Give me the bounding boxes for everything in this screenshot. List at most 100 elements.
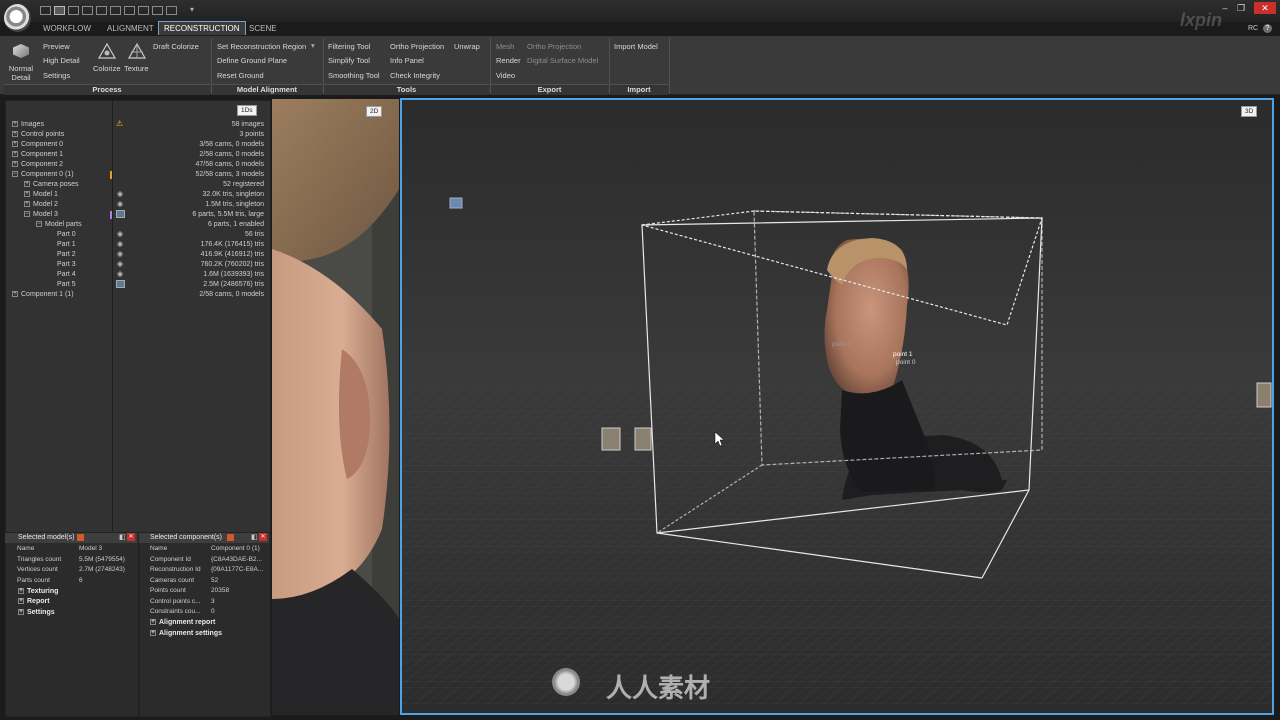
collapse-icon[interactable]: − — [12, 171, 18, 178]
expand-icon[interactable]: + — [18, 609, 24, 616]
simplify-tool-button[interactable]: Simplify Tool — [328, 56, 370, 65]
ortho-projection-tool-button[interactable]: Ortho Projection — [390, 42, 444, 51]
visibility-eye-icon[interactable]: ◉ — [117, 240, 123, 248]
tree-row-part-0[interactable]: Part 0 — [57, 231, 76, 238]
tree-row-part-2[interactable]: Part 2 — [57, 251, 76, 258]
camera-icon[interactable] — [449, 197, 463, 209]
pin-icon[interactable]: ◧ — [251, 533, 258, 541]
visibility-eye-icon[interactable]: ◉ — [117, 260, 123, 268]
visibility-eye-icon[interactable]: ◉ — [117, 230, 123, 238]
tree-row-component-2[interactable]: + Component 2 — [12, 161, 63, 168]
tree-row-images[interactable]: + Images — [12, 121, 44, 128]
expand-icon[interactable]: + — [12, 141, 18, 148]
tree-row-part-1[interactable]: Part 1 — [57, 241, 76, 248]
tree-row-component-1[interactable]: + Component 1 — [12, 151, 63, 158]
tab-alignment[interactable]: ALIGNMENT — [102, 22, 159, 35]
expand-icon[interactable]: + — [18, 598, 24, 605]
export-mesh-button[interactable]: Mesh — [496, 42, 514, 51]
visibility-eye-icon[interactable]: ◉ — [117, 270, 123, 278]
filter-icon[interactable] — [77, 534, 84, 541]
view-2d-badge[interactable]: 2D — [366, 106, 383, 117]
expand-icon[interactable]: + — [12, 121, 18, 128]
layout-7-icon[interactable] — [138, 6, 149, 15]
export-ortho-projection-button[interactable]: Ortho Projection — [527, 42, 581, 51]
visibility-eye-icon[interactable]: ◉ — [117, 190, 123, 198]
define-ground-plane-button[interactable]: Define Ground Plane — [217, 56, 287, 65]
section-texturing[interactable]: + Texturing — [18, 588, 58, 595]
normal-detail-button[interactable]: Normal Detail — [6, 64, 36, 82]
tree-layout-badge[interactable]: 1Ds — [237, 105, 257, 116]
selected-eye-icon[interactable] — [116, 280, 125, 288]
tree-row-control-points[interactable]: + Control points — [12, 131, 64, 138]
tree-row-component-0-1[interactable]: − Component 0 (1) — [12, 171, 74, 178]
tree-row-model-parts[interactable]: − Model parts — [36, 221, 82, 228]
layout-6-icon[interactable] — [124, 6, 135, 15]
tree-row-model-1[interactable]: + Model 1 — [24, 191, 58, 198]
help-icon[interactable]: ? — [1263, 24, 1272, 33]
layout-5-icon[interactable] — [110, 6, 121, 15]
draft-colorize-button[interactable]: Draft Colorize — [153, 42, 199, 51]
texture-button[interactable]: Texture — [124, 64, 149, 73]
close-panel-icon[interactable]: ✕ — [127, 533, 135, 541]
section-alignment-settings[interactable]: + Alignment settings — [150, 630, 222, 637]
tree-row-component-1-1[interactable]: + Component 1 (1) — [12, 291, 74, 298]
selected-eye-icon[interactable] — [116, 210, 125, 218]
pin-icon[interactable]: ◧ — [119, 533, 126, 541]
high-detail-button[interactable]: High Detail — [43, 56, 80, 65]
texture-icon[interactable] — [127, 42, 147, 60]
visibility-eye-icon[interactable]: ◉ — [117, 200, 123, 208]
tree-row-part-5[interactable]: Part 5 — [57, 281, 76, 288]
colorize-button[interactable]: Colorize — [93, 64, 121, 73]
expand-icon[interactable]: + — [18, 588, 24, 595]
filter-icon[interactable] — [227, 534, 234, 541]
view-3d-badge[interactable]: 3D — [1241, 106, 1258, 117]
collapse-icon[interactable]: − — [36, 221, 42, 228]
expand-icon[interactable]: + — [150, 630, 156, 637]
camera-icon[interactable] — [634, 427, 652, 451]
tree-row-model-2[interactable]: + Model 2 — [24, 201, 58, 208]
minimize-icon[interactable]: – — [1218, 2, 1232, 14]
close-panel-icon[interactable]: ✕ — [259, 533, 267, 541]
layout-2-icon[interactable] — [68, 6, 79, 15]
camera-icon[interactable] — [1256, 382, 1272, 408]
control-point-label[interactable]: point 1 — [893, 351, 913, 358]
expand-icon[interactable]: + — [12, 291, 18, 298]
layout-4-icon[interactable] — [96, 6, 107, 15]
app-logo-icon[interactable] — [4, 4, 31, 32]
control-point-label[interactable]: point 0 — [896, 359, 916, 366]
scene-3d-view[interactable] — [400, 98, 1274, 715]
layout-1-icon[interactable] — [54, 6, 65, 15]
expand-icon[interactable]: + — [150, 619, 156, 626]
set-reconstruction-region-button[interactable]: Set Reconstruction Region — [217, 42, 306, 51]
section-settings[interactable]: + Settings — [18, 609, 55, 616]
layout-8-icon[interactable] — [152, 6, 163, 15]
tree-row-camera-poses[interactable]: + Camera poses — [24, 181, 79, 188]
unwrap-button[interactable]: Unwrap — [454, 42, 480, 51]
filtering-tool-button[interactable]: Filtering Tool — [328, 42, 370, 51]
close-window-icon[interactable]: ✕ — [1254, 2, 1276, 14]
expand-icon[interactable]: + — [24, 181, 30, 188]
tree-row-model-3[interactable]: − Model 3 — [24, 211, 58, 218]
visibility-eye-icon[interactable]: ◉ — [117, 250, 123, 258]
expand-icon[interactable]: + — [24, 191, 30, 198]
colorize-icon[interactable] — [97, 42, 117, 60]
smoothing-tool-button[interactable]: Smoothing Tool — [328, 71, 380, 80]
section-report[interactable]: + Report — [18, 598, 50, 605]
camera-icon[interactable] — [601, 427, 621, 451]
export-video-button[interactable]: Video — [496, 71, 515, 80]
reset-ground-button[interactable]: Reset Ground — [217, 71, 264, 80]
collapse-icon[interactable]: − — [24, 211, 30, 218]
export-render-button[interactable]: Render — [496, 56, 521, 65]
tab-reconstruction[interactable]: RECONSTRUCTION — [158, 21, 246, 35]
expand-icon[interactable]: + — [24, 201, 30, 208]
settings-button[interactable]: Settings — [43, 71, 70, 80]
expand-icon[interactable]: + — [12, 151, 18, 158]
control-point-label[interactable]: point 2 — [832, 341, 852, 348]
layout-3-icon[interactable] — [82, 6, 93, 15]
info-panel-button[interactable]: Info Panel — [390, 56, 424, 65]
tree-row-part-3[interactable]: Part 3 — [57, 261, 76, 268]
expand-icon[interactable]: + — [12, 161, 18, 168]
layout-9-icon[interactable] — [166, 6, 177, 15]
section-alignment-report[interactable]: + Alignment report — [150, 619, 215, 626]
tree-row-part-4[interactable]: Part 4 — [57, 271, 76, 278]
